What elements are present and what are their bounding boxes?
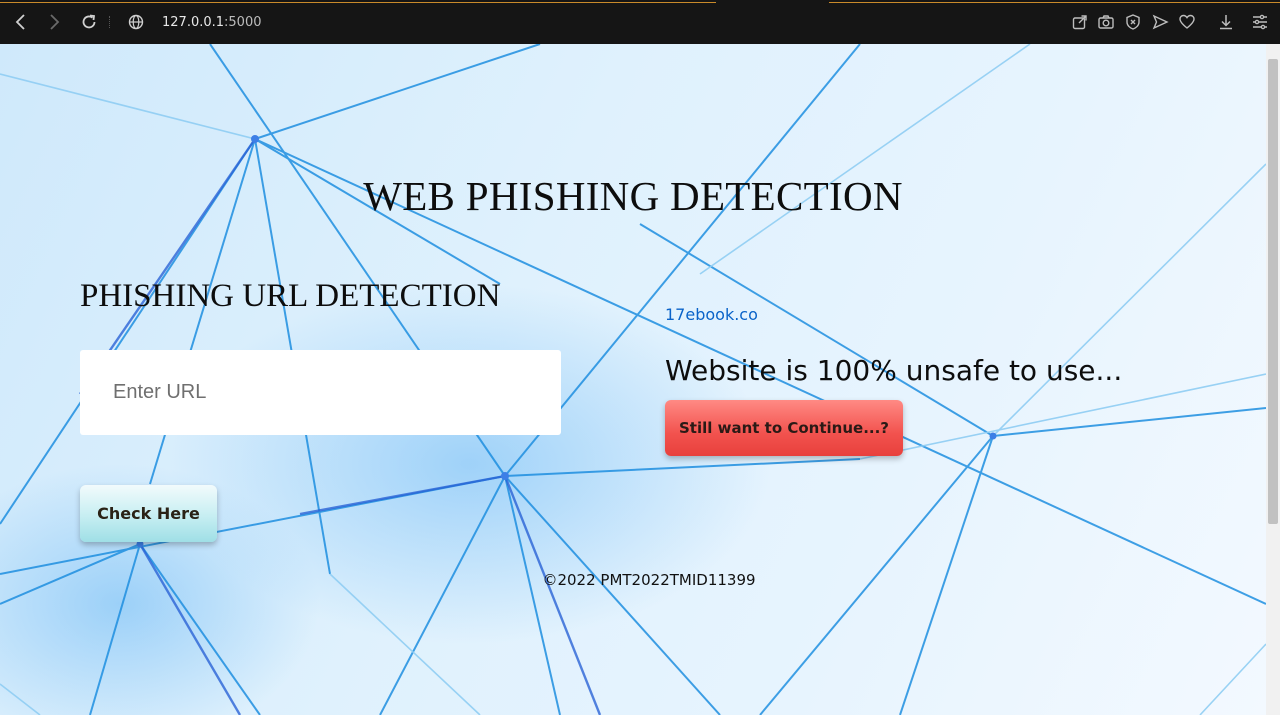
check-here-button[interactable]: Check Here <box>80 485 217 542</box>
address-port: :5000 <box>224 15 262 30</box>
toolbar-separator <box>109 16 112 28</box>
footer-copyright: ©2022 PMT2022TMID11399 <box>542 571 756 589</box>
section-title: PHISHING URL DETECTION <box>80 278 501 314</box>
tab-strip-edge <box>0 0 716 3</box>
url-input[interactable] <box>80 350 561 435</box>
result-message: Website is 100% unsafe to use... <box>665 354 1123 387</box>
heart-icon[interactable] <box>1177 12 1197 32</box>
checked-site-link[interactable]: 17ebook.co <box>665 305 758 324</box>
page-viewport: WEB PHISHING DETECTION PHISHING URL DETE… <box>0 44 1266 715</box>
address-bar[interactable]: 127.0.0.1:5000 <box>162 15 262 30</box>
back-icon[interactable] <box>11 12 31 32</box>
settings-sliders-icon[interactable] <box>1250 12 1270 32</box>
shield-icon[interactable] <box>1123 12 1143 32</box>
reload-icon[interactable] <box>79 12 99 32</box>
download-icon[interactable] <box>1216 12 1236 32</box>
continue-button[interactable]: Still want to Continue...? <box>665 400 903 456</box>
browser-toolbar: 127.0.0.1:5000 <box>0 0 1280 44</box>
page-title: WEB PHISHING DETECTION <box>363 173 903 219</box>
forward-icon[interactable] <box>44 12 64 32</box>
share-icon[interactable] <box>1070 12 1090 32</box>
camera-icon[interactable] <box>1096 12 1116 32</box>
scrollbar-thumb[interactable] <box>1268 59 1278 524</box>
vertical-scrollbar[interactable] <box>1266 44 1280 715</box>
globe-icon[interactable] <box>126 12 146 32</box>
tab-strip-edge-right <box>829 0 1280 3</box>
address-host: 127.0.0.1 <box>162 15 225 30</box>
page-content: WEB PHISHING DETECTION PHISHING URL DETE… <box>0 44 1266 715</box>
send-icon[interactable] <box>1150 12 1170 32</box>
